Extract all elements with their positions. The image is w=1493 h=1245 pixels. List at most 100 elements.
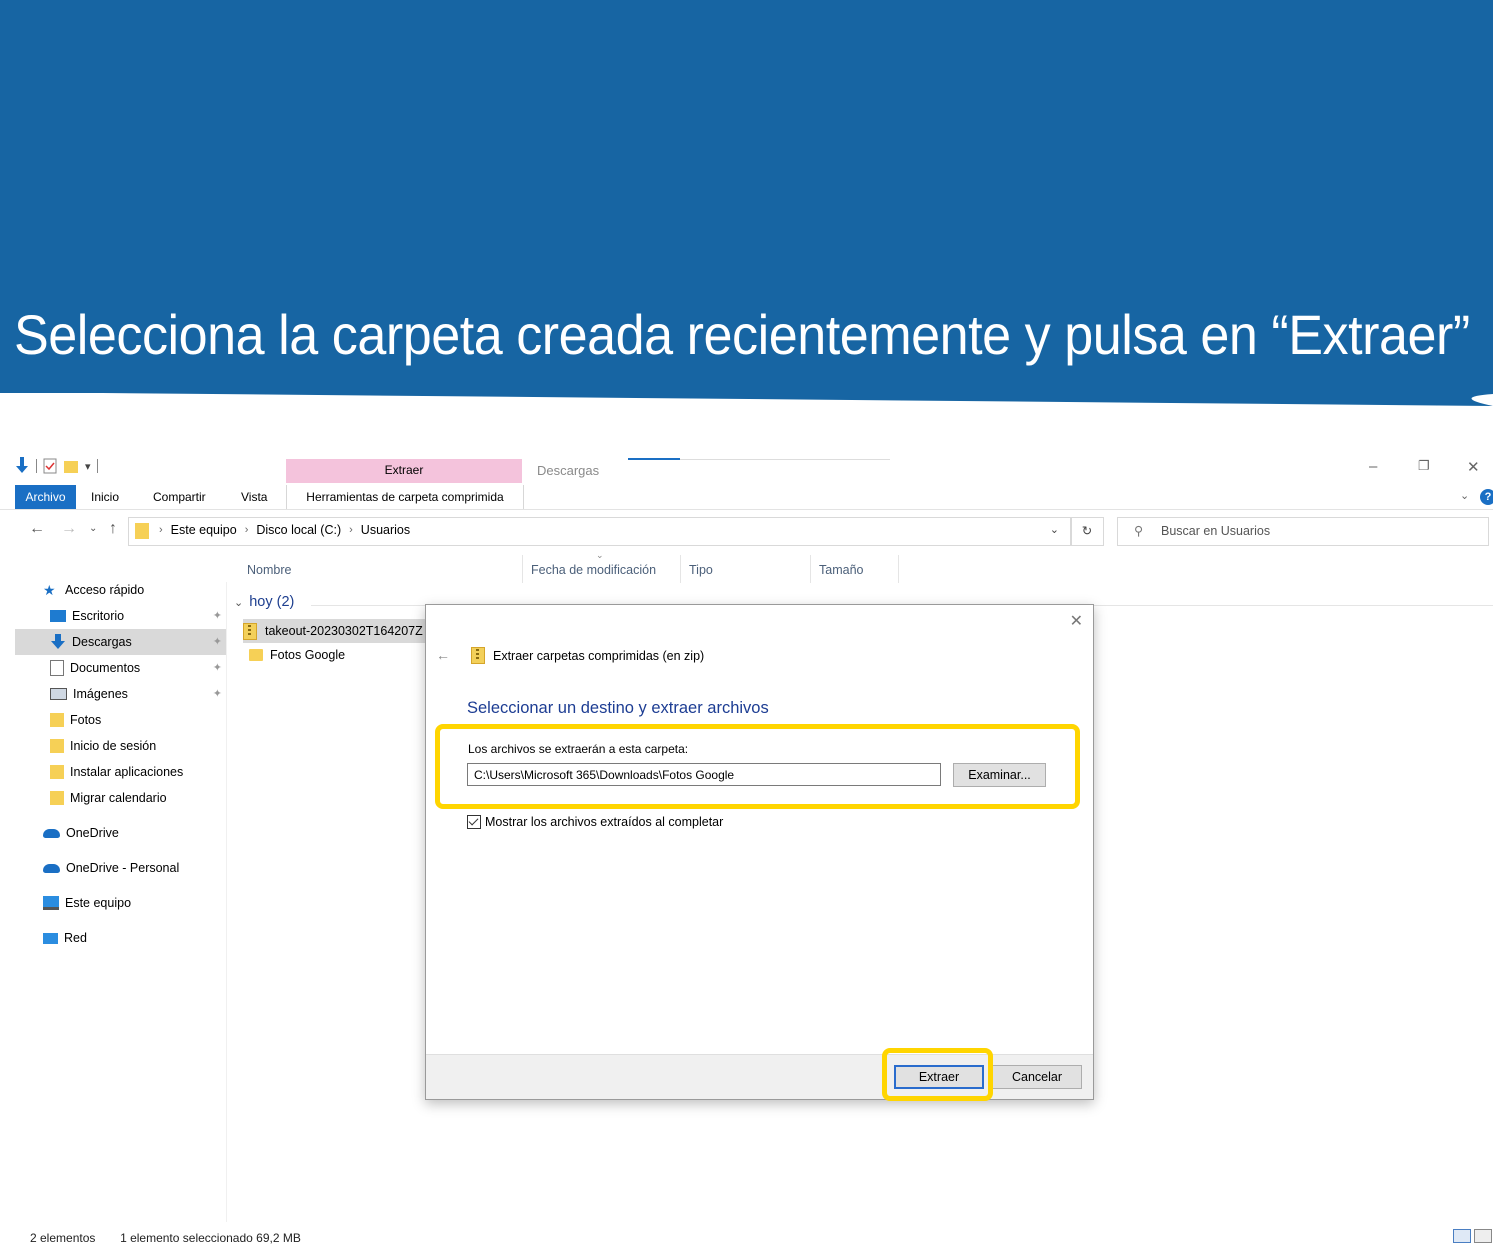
title-accent — [628, 458, 680, 460]
file-name: Fotos Google — [270, 648, 346, 662]
forward-arrow-icon[interactable]: → — [61, 520, 77, 538]
customize-toolbar-icon[interactable]: ▾ — [85, 460, 91, 473]
show-files-checkbox[interactable]: Mostrar los archivos extraídos al comple… — [467, 815, 723, 829]
restore-button[interactable]: ❐ — [1418, 458, 1430, 474]
help-icon[interactable]: ? — [1480, 489, 1493, 505]
status-selection: 1 elemento seleccionado 69,2 MB — [120, 1231, 301, 1245]
sidebar-item-fotos[interactable]: Fotos — [15, 707, 226, 733]
folder-icon — [50, 791, 64, 805]
column-nombre[interactable]: Nombre — [247, 560, 291, 586]
tab-compartir[interactable]: Compartir — [153, 485, 206, 509]
toolbar-separator — [36, 459, 37, 473]
close-button[interactable]: ✕ — [1467, 458, 1480, 476]
up-arrow-icon[interactable]: ↑ — [109, 520, 117, 538]
sidebar-item-label: Fotos — [70, 713, 102, 727]
search-icon: ⚲ — [1134, 524, 1144, 538]
group-header[interactable]: ⌄ hoy (2) — [234, 594, 294, 610]
quick-access-toolbar: ▾ — [14, 457, 98, 475]
sidebar-item-label: Este equipo — [65, 896, 132, 910]
dialog-heading: Seleccionar un destino y extraer archivo… — [467, 699, 769, 717]
dialog-header: Extraer carpetas comprimidas (en zip) — [471, 647, 704, 664]
address-bar[interactable]: › Este equipo › Disco local (C:) › Usuar… — [128, 517, 1072, 546]
banner-curve — [0, 392, 1493, 406]
sidebar-item-onedrive[interactable]: OneDrive — [15, 820, 226, 846]
highlight-destination — [435, 724, 1080, 809]
sidebar-item-migrar-calendario[interactable]: Migrar calendario — [15, 785, 226, 811]
instruction-banner: Selecciona la carpeta creada recientemen… — [0, 0, 1493, 393]
folder-icon — [50, 713, 64, 727]
refresh-button[interactable]: ↻ — [1070, 517, 1104, 546]
crumb-usuarios[interactable]: Usuarios — [361, 523, 410, 537]
minimize-button[interactable]: – — [1369, 458, 1377, 475]
pin-icon: ✦ — [212, 662, 222, 674]
column-separator — [522, 555, 523, 583]
zip-icon — [243, 622, 257, 640]
breadcrumb: › Este equipo › Disco local (C:) › Usuar… — [159, 523, 410, 537]
dialog-header-title: Extraer carpetas comprimidas (en zip) — [493, 648, 705, 663]
status-bar: 2 elementos 1 elemento seleccionado 69,2… — [30, 1231, 301, 1245]
back-arrow-icon[interactable]: ← — [436, 647, 450, 663]
refresh-icon: ↻ — [1081, 524, 1093, 538]
column-separator — [680, 555, 681, 583]
details-view-icon[interactable] — [1453, 1229, 1471, 1243]
sidebar-item-label: Documentos — [70, 661, 141, 675]
search-placeholder: Buscar en Usuarios — [1161, 524, 1271, 538]
cancel-button[interactable]: Cancelar — [992, 1065, 1082, 1089]
list-item[interactable]: takeout-20230302T164207Z — [243, 619, 425, 643]
tab-herramientas[interactable]: Herramientas de carpeta comprimida — [286, 485, 524, 509]
status-count: 2 elementos — [30, 1231, 96, 1245]
file-name: takeout-20230302T164207Z — [265, 624, 423, 638]
sidebar-item-documentos[interactable]: Documentos ✦ — [15, 655, 226, 681]
expand-ribbon-icon[interactable]: ⌄ — [1460, 489, 1469, 502]
sidebar-item-label: Migrar calendario — [70, 791, 167, 805]
sidebar-item-onedrive-personal[interactable]: OneDrive - Personal — [15, 855, 226, 881]
sidebar-item-acceso-rapido[interactable]: ★ Acceso rápido — [15, 577, 226, 603]
contextual-tab-group: Extraer — [286, 459, 522, 483]
sidebar-item-imagenes[interactable]: Imágenes ✦ — [15, 681, 226, 707]
sidebar-item-label: Escritorio — [72, 609, 125, 623]
sidebar-item-red[interactable]: Red — [15, 925, 226, 951]
sidebar-item-instalar-aplicaciones[interactable]: Instalar aplicaciones — [15, 759, 226, 785]
recent-locations-icon[interactable]: ⌄ — [89, 523, 97, 534]
sidebar-item-escritorio[interactable]: Escritorio ✦ — [15, 603, 226, 629]
chevron-right-icon: › — [349, 524, 353, 536]
crumb-disco-local[interactable]: Disco local (C:) — [256, 523, 341, 537]
large-icons-view-icon[interactable] — [1474, 1229, 1492, 1243]
tab-vista[interactable]: Vista — [241, 485, 267, 509]
tab-archivo[interactable]: Archivo — [15, 485, 76, 509]
computer-icon — [43, 896, 59, 910]
instruction-title: Selecciona la carpeta creada recientemen… — [14, 303, 1470, 366]
back-arrow-icon[interactable]: ← — [29, 520, 45, 538]
folder-icon — [135, 523, 149, 539]
column-tipo[interactable]: Tipo — [689, 560, 713, 586]
column-separator — [898, 555, 899, 583]
new-folder-icon[interactable] — [63, 458, 79, 474]
sidebar-item-inicio-de-sesion[interactable]: Inicio de sesión — [15, 733, 226, 759]
chevron-right-icon: › — [244, 524, 249, 536]
tab-inicio[interactable]: Inicio — [91, 485, 119, 509]
column-fecha[interactable]: Fecha de modificación — [531, 560, 656, 586]
highlight-extract-button — [882, 1048, 993, 1101]
sidebar-item-este-equipo[interactable]: Este equipo — [15, 890, 226, 916]
crumb-este-equipo[interactable]: Este equipo — [171, 523, 237, 537]
ribbon-tabs: Archivo Inicio Compartir Vista Herramien… — [0, 485, 1493, 510]
column-tamano[interactable]: Tamaño — [819, 560, 863, 586]
show-files-label: Mostrar los archivos extraídos al comple… — [485, 815, 724, 829]
search-input[interactable]: ⚲ Buscar en Usuarios — [1117, 517, 1489, 546]
sidebar-item-label: OneDrive — [66, 826, 119, 840]
sidebar-item-label: Instalar aplicaciones — [70, 765, 184, 779]
sidebar-item-descargas[interactable]: Descargas ✦ — [15, 629, 226, 655]
sidebar-item-label: Descargas — [72, 635, 132, 649]
list-item[interactable]: Fotos Google — [243, 643, 425, 667]
checkbox-checked-icon[interactable] — [467, 815, 481, 829]
folder-icon — [249, 649, 263, 661]
window-title: Descargas — [537, 463, 600, 478]
desktop-icon — [50, 610, 66, 622]
pictures-icon — [50, 688, 67, 700]
close-icon[interactable]: ✕ — [1070, 611, 1083, 631]
download-arrow-icon[interactable] — [14, 457, 30, 475]
pane-divider — [226, 582, 227, 1222]
properties-icon[interactable] — [43, 458, 57, 474]
star-icon: ★ — [43, 582, 56, 598]
chevron-down-icon[interactable]: ⌄ — [1050, 523, 1059, 536]
